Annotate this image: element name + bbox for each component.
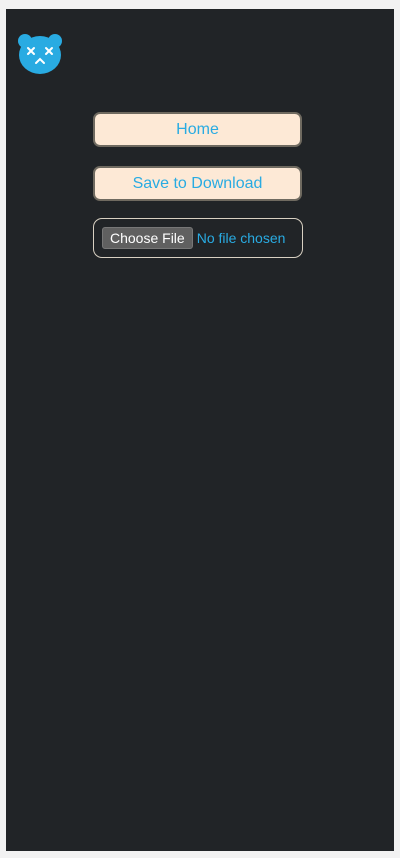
save-button-label: Save to Download	[132, 174, 263, 192]
home-button-label: Home	[176, 120, 219, 138]
file-input[interactable]: Choose File No file chosen	[93, 218, 303, 258]
file-status-text: No file chosen	[196, 230, 286, 246]
app-frame: Home Save to Download Choose File No fil…	[6, 9, 394, 851]
bear-face-icon	[18, 34, 62, 74]
save-to-download-button[interactable]: Save to Download	[93, 166, 302, 201]
home-button[interactable]: Home	[93, 112, 302, 147]
choose-file-button[interactable]: Choose File	[102, 227, 193, 249]
